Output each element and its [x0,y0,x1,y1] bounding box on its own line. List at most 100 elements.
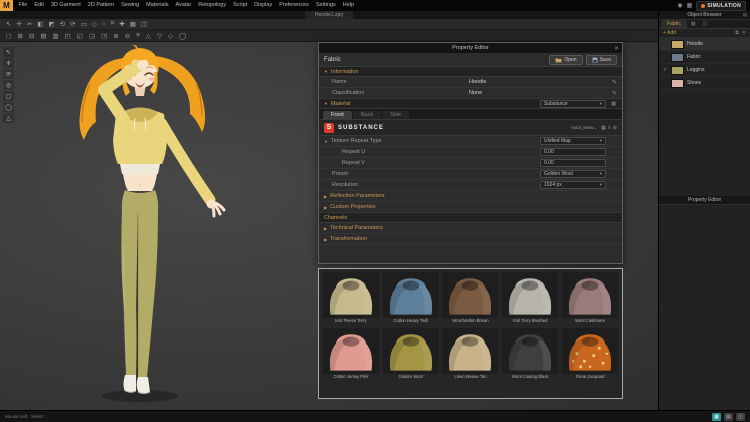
toolbar-icon[interactable]: ▽ [157,32,162,40]
toolbar-icon[interactable]: ◯ [179,32,186,40]
account-icon[interactable]: ◉ [677,2,682,9]
toolbar-icon[interactable]: ✚ [119,20,124,28]
toolbar-icon[interactable]: ⊞ [17,32,22,40]
section-material[interactable]: ▼ Material Substance ▾ ▦ [319,99,622,109]
save-button[interactable]: Save [585,54,617,65]
toolbar-icon[interactable]: ⊟ [29,32,34,40]
tab-front[interactable]: Front [323,111,352,119]
material-preview[interactable]: Floral Jacquard [561,328,619,383]
toolbar-icon[interactable]: ◱ [77,32,83,40]
toolbar-icon[interactable]: ⟲ [60,20,65,28]
texture-list-icon[interactable]: ≡ [608,125,611,131]
tab-icon[interactable]: ◫ [700,20,711,28]
app-logo[interactable]: M [0,0,13,11]
material-preview[interactable]: Linen Weave Tan [442,328,500,383]
viewport-tool-icon[interactable]: ◎ [3,80,14,90]
viewport-tool-icon[interactable]: △ [3,113,14,123]
edit-icon[interactable]: ✎ [612,90,617,97]
menu-retopology[interactable]: Retopology [195,0,230,11]
tab-icon[interactable]: ▦ [688,20,699,28]
menu-settings[interactable]: Settings [312,0,339,11]
menu-sewing[interactable]: Sewing [118,0,143,11]
material-options-icon[interactable]: ▦ [611,101,616,107]
property-editor-header[interactable]: Property Editor ✕ [319,43,622,53]
toolbar-icon[interactable]: ▥ [52,32,58,40]
toolbar-icon[interactable]: ◫ [141,20,147,28]
close-icon[interactable]: ✕ [614,45,619,52]
toolbar-icon[interactable]: ↖ [6,20,11,28]
menu-help[interactable]: Help [339,0,357,11]
reflection-parameters-row[interactable]: ▶ Reflection Parameters [319,191,622,202]
toolbar-icon[interactable]: ◻ [6,32,11,40]
toolbar-icon[interactable]: ✂ [27,20,32,28]
tab-fabric[interactable]: Fabric [661,20,687,28]
material-preview[interactable]: Wool Melton Brown [442,272,500,327]
menu-3d-garment[interactable]: 3D Garment [47,0,84,11]
toolbar-icon[interactable]: ◇ [92,20,97,28]
avatar-3d[interactable] [34,44,246,408]
viewport-tool-icon[interactable]: ▢ [3,91,14,101]
menu-display[interactable]: Display [251,0,276,11]
custom-properties-row[interactable]: ▶ Custom Properties [319,202,622,213]
panel-options-icon[interactable]: ▤ [743,12,747,18]
texture-view-icon[interactable]: ▦ [601,125,606,131]
material-preview[interactable]: Wool Coating Black [501,328,559,383]
fabric-list-item[interactable]: ✓ Leggins [659,64,750,77]
material-preview[interactable]: Knit Fleece Terry [322,272,380,327]
menu-materials[interactable]: Materials [143,0,172,11]
status-layout-icon[interactable]: ◱ [736,412,745,421]
toolbar-icon[interactable]: ⊕ [113,32,118,40]
fabric-list-item[interactable]: Shoes [659,77,750,90]
menu-script[interactable]: Script [230,0,251,11]
material-preview[interactable]: Golden Wool [382,328,440,383]
menu-preferences[interactable]: Preferences [276,0,313,11]
menu-2d-pattern[interactable]: 2D Pattern [84,0,117,11]
object-browser-header[interactable]: Object Browser ▤ [659,11,750,20]
edit-icon[interactable]: ✎ [612,79,617,86]
toolbar-icon[interactable]: ⊖ [125,32,130,40]
repeat-v-input[interactable]: 0.00 [540,159,606,167]
toolbar-icon[interactable]: ▭ [81,20,87,28]
toolbar-icon[interactable]: ◰ [65,32,71,40]
menu-file[interactable]: File [15,0,31,11]
toolbar-icon[interactable]: ◳ [101,32,107,40]
add-fabric-button[interactable]: + Add [663,30,676,36]
menu-edit[interactable]: Edit [31,0,47,11]
project-title[interactable]: Hoodie1.zprj [304,11,354,19]
fabric-list-item[interactable]: Fabric [659,51,750,64]
section-information[interactable]: ▼ Information [319,67,622,77]
toolbar-icon[interactable]: ▦ [130,20,136,28]
transformation-row[interactable]: ▶ Transformation [319,234,622,245]
material-type-dropdown[interactable]: Substance ▾ [540,99,606,108]
status-render-icon[interactable]: ▦ [712,412,721,421]
technical-parameters-row[interactable]: ▶ Technical Parameters [319,223,622,234]
material-preview[interactable]: Cotton Jersey Pink [322,328,380,383]
open-button[interactable]: Open [549,54,583,65]
delete-icon[interactable]: ✕ [742,30,746,36]
material-preview[interactable]: Cotton Heavy Twill [382,272,440,327]
tab-side[interactable]: Side [382,111,410,119]
toolbar-icon[interactable]: ≡ [136,32,140,39]
substance-file-name[interactable]: wool_weav... [571,125,597,130]
viewport-tool-icon[interactable]: ◯ [3,102,14,112]
section-channels[interactable]: Channels [319,213,622,223]
toolbar-icon[interactable]: ◧ [37,20,43,28]
name-value[interactable]: Hoodie [469,79,486,85]
toolbar-icon[interactable]: ○ [102,21,106,28]
viewport-tool-icon[interactable]: ✛ [3,58,14,68]
texture-add-icon[interactable]: ⊕ [613,125,617,131]
repeat-u-input[interactable]: 0.00 [540,148,606,156]
material-preview[interactable]: Knit Terry Brushed [501,272,559,327]
toolbar-icon[interactable]: ▤ [40,32,46,40]
status-grid-icon[interactable]: ▤ [724,412,733,421]
toolbar-icon[interactable]: ◲ [89,32,95,40]
toolbar-icon[interactable]: △ [146,32,151,40]
tab-back[interactable]: Back [352,111,382,119]
copy-icon[interactable]: ⧉ [735,30,739,36]
toolbar-icon[interactable]: ✛ [16,20,21,28]
texture-repeat-type-dropdown[interactable]: Unified Map ▾ [540,137,606,145]
fabric-list-item[interactable]: Hoodie [659,38,750,51]
classification-value[interactable]: None [469,90,482,96]
toolbar-icon[interactable]: ⌗ [111,20,115,28]
toolbar-icon[interactable]: ◩ [49,20,55,28]
